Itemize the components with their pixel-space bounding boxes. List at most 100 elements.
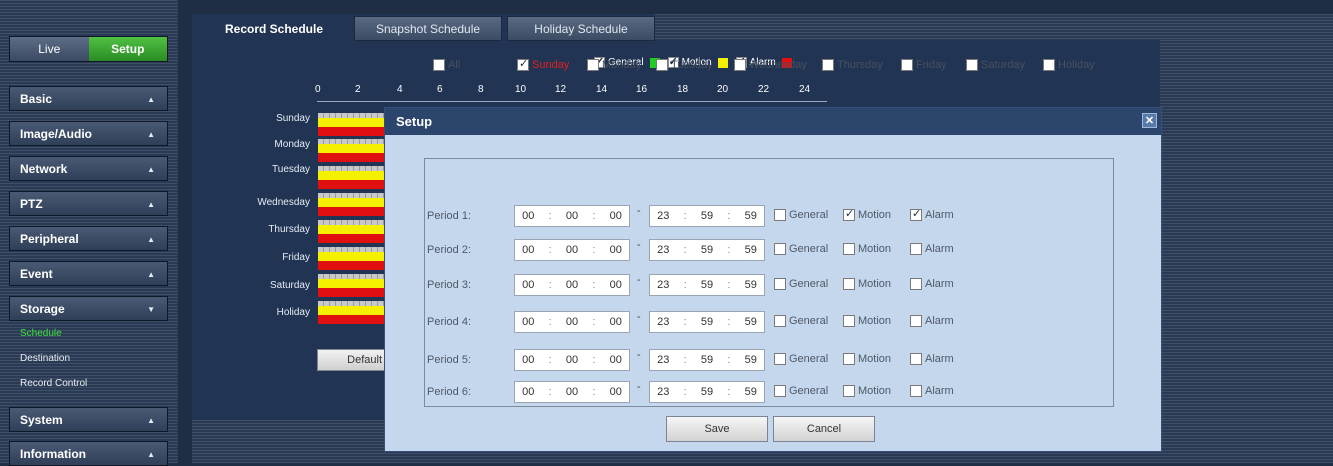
- tab-holiday-schedule[interactable]: Holiday Schedule: [507, 16, 655, 41]
- hour-field[interactable]: 00: [522, 354, 534, 366]
- minute-field[interactable]: 00: [566, 386, 578, 398]
- schedule-bar-wednesday[interactable]: [318, 193, 385, 217]
- checkbox[interactable]: [910, 207, 922, 221]
- minute-field[interactable]: 00: [566, 279, 578, 291]
- period-start-time[interactable]: 00: 00: 00: [514, 239, 630, 261]
- period-end-time[interactable]: 23: 59: 59: [649, 274, 765, 296]
- minute-field[interactable]: 59: [701, 210, 713, 222]
- schedule-bar-monday[interactable]: [318, 139, 385, 163]
- checkbox[interactable]: [774, 209, 786, 221]
- period-motion-option[interactable]: Motion: [843, 353, 891, 365]
- second-field[interactable]: 59: [745, 354, 757, 366]
- period-motion-option[interactable]: Motion: [843, 278, 891, 290]
- close-icon[interactable]: ✕: [1142, 113, 1157, 128]
- day-option-thursday[interactable]: Thursday: [822, 59, 883, 71]
- menu-network[interactable]: Network ▲: [9, 156, 168, 181]
- period-start-time[interactable]: 00: 00: 00: [514, 274, 630, 296]
- checkbox[interactable]: [910, 385, 922, 397]
- menu-basic[interactable]: Basic ▲: [9, 86, 168, 111]
- checkbox[interactable]: [774, 278, 786, 290]
- day-option-monday[interactable]: Monday: [587, 59, 641, 71]
- day-option-saturday[interactable]: Saturday: [966, 59, 1025, 71]
- minute-field[interactable]: 59: [701, 354, 713, 366]
- second-field[interactable]: 59: [745, 210, 757, 222]
- hour-field[interactable]: 23: [657, 316, 669, 328]
- minute-field[interactable]: 59: [701, 279, 713, 291]
- hour-field[interactable]: 00: [522, 210, 534, 222]
- setup-button[interactable]: Setup: [88, 37, 167, 61]
- menu-event[interactable]: Event ▲: [9, 261, 168, 286]
- sidebar-item-schedule[interactable]: Schedule: [20, 328, 62, 339]
- day-option-tuesday[interactable]: Tuesday: [656, 59, 713, 71]
- menu-ptz[interactable]: PTZ ▲: [9, 191, 168, 216]
- checkbox[interactable]: [966, 59, 978, 71]
- schedule-bar-saturday[interactable]: [318, 274, 385, 298]
- checkbox[interactable]: [843, 243, 855, 255]
- checkbox[interactable]: [1043, 59, 1055, 71]
- period-start-time[interactable]: 00: 00: 00: [514, 349, 630, 371]
- second-field[interactable]: 00: [610, 354, 622, 366]
- second-field[interactable]: 00: [610, 210, 622, 222]
- checkbox[interactable]: [910, 278, 922, 290]
- period-end-time[interactable]: 23: 59: 59: [649, 239, 765, 261]
- second-field[interactable]: 00: [610, 316, 622, 328]
- day-option-holiday[interactable]: Holiday: [1043, 59, 1095, 71]
- period-motion-option[interactable]: Motion: [843, 385, 891, 397]
- second-field[interactable]: 00: [610, 279, 622, 291]
- checkbox[interactable]: [843, 315, 855, 327]
- schedule-bar-sunday[interactable]: [318, 113, 385, 137]
- minute-field[interactable]: 00: [566, 244, 578, 256]
- period-motion-option[interactable]: Motion: [843, 315, 891, 327]
- checkbox[interactable]: [910, 353, 922, 365]
- tab-record-schedule[interactable]: Record Schedule: [200, 16, 348, 41]
- checkbox[interactable]: [587, 59, 599, 71]
- hour-field[interactable]: 00: [522, 386, 534, 398]
- period-general-option[interactable]: General: [774, 278, 828, 290]
- menu-image-audio[interactable]: Image/Audio ▲: [9, 121, 168, 146]
- period-end-time[interactable]: 23: 59: 59: [649, 311, 765, 333]
- period-general-option[interactable]: General: [774, 243, 828, 255]
- save-button[interactable]: Save: [666, 416, 768, 442]
- checkbox[interactable]: [433, 59, 445, 71]
- checkbox[interactable]: [843, 385, 855, 397]
- minute-field[interactable]: 59: [701, 244, 713, 256]
- period-end-time[interactable]: 23: 59: 59: [649, 205, 765, 227]
- checkbox[interactable]: [734, 59, 746, 71]
- period-general-option[interactable]: General: [774, 209, 828, 221]
- period-motion-option[interactable]: Motion: [843, 243, 891, 255]
- hour-field[interactable]: 00: [522, 316, 534, 328]
- menu-storage[interactable]: Storage ▼: [9, 296, 168, 321]
- checkbox[interactable]: [822, 59, 834, 71]
- hour-field[interactable]: 23: [657, 210, 669, 222]
- menu-system[interactable]: System ▲: [9, 407, 168, 432]
- checkbox[interactable]: [901, 59, 913, 71]
- checkbox[interactable]: [774, 315, 786, 327]
- checkbox[interactable]: [910, 243, 922, 255]
- schedule-bar-tuesday[interactable]: [318, 166, 385, 190]
- minute-field[interactable]: 00: [566, 316, 578, 328]
- checkbox[interactable]: [774, 385, 786, 397]
- second-field[interactable]: 59: [745, 279, 757, 291]
- period-alarm-option[interactable]: Alarm: [910, 315, 954, 327]
- sidebar-item-record-control[interactable]: Record Control: [20, 378, 87, 389]
- checkbox[interactable]: [843, 278, 855, 290]
- hour-field[interactable]: 23: [657, 279, 669, 291]
- checkbox[interactable]: [843, 207, 855, 221]
- schedule-bar-holiday[interactable]: [318, 301, 385, 325]
- period-end-time[interactable]: 23: 59: 59: [649, 381, 765, 403]
- day-option-all[interactable]: All: [433, 59, 460, 71]
- second-field[interactable]: 59: [745, 244, 757, 256]
- checkbox[interactable]: [774, 353, 786, 365]
- menu-peripheral[interactable]: Peripheral ▲: [9, 226, 168, 251]
- checkbox[interactable]: [517, 57, 529, 71]
- hour-field[interactable]: 23: [657, 386, 669, 398]
- schedule-bar-friday[interactable]: [318, 247, 385, 271]
- minute-field[interactable]: 00: [566, 210, 578, 222]
- checkbox[interactable]: [843, 353, 855, 365]
- sidebar-item-destination[interactable]: Destination: [20, 353, 70, 364]
- period-general-option[interactable]: General: [774, 385, 828, 397]
- period-alarm-option[interactable]: Alarm: [910, 385, 954, 397]
- checkbox[interactable]: [910, 315, 922, 327]
- period-start-time[interactable]: 00: 00: 00: [514, 311, 630, 333]
- minute-field[interactable]: 59: [701, 316, 713, 328]
